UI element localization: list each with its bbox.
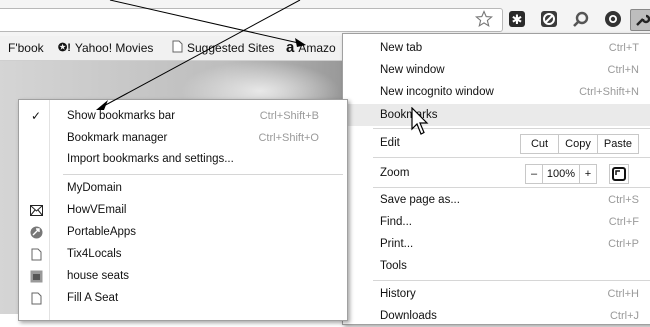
annotation-arrowhead <box>295 38 306 47</box>
annotation-arrows <box>96 0 306 110</box>
annotation-arrow-line <box>109 0 304 45</box>
annotation-arrow-line <box>99 0 301 109</box>
